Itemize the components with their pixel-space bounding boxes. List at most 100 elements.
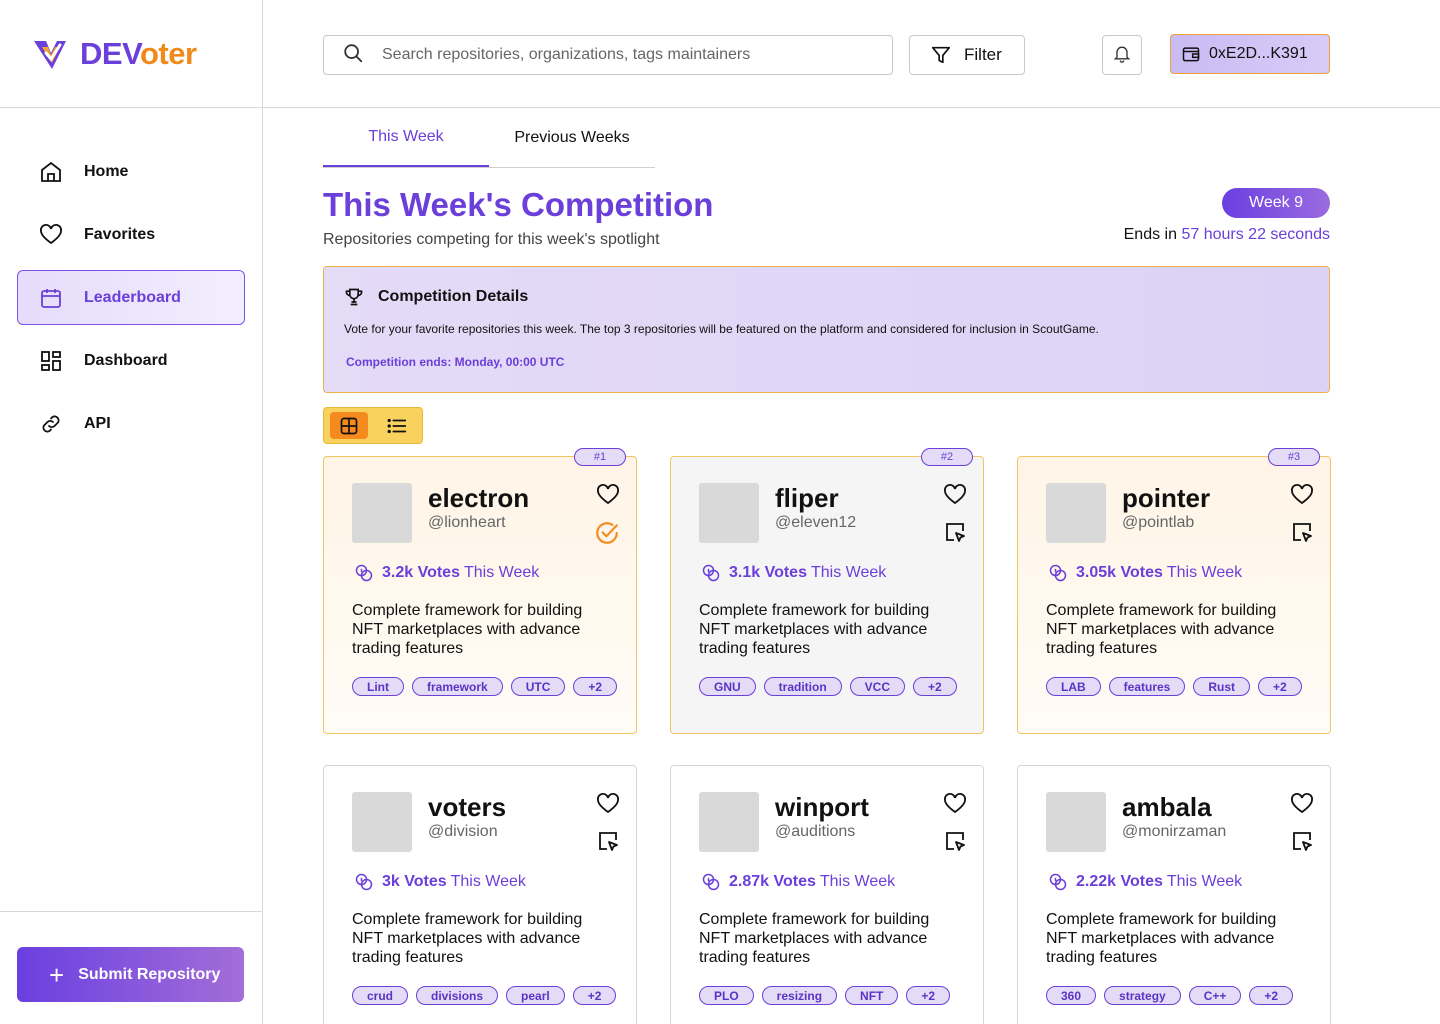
repository-avatar [1046,792,1106,852]
coins-icon [1048,872,1068,892]
list-view-button[interactable] [378,412,416,439]
details-title: Competition Details [378,288,529,305]
tag-chip[interactable]: pearl [506,986,565,1005]
vote-cursor-icon[interactable] [1290,520,1314,549]
repository-avatar [1046,483,1106,543]
voted-check-icon[interactable] [594,520,620,551]
heart-icon [38,222,64,248]
tag-chip[interactable]: C++ [1188,986,1242,1005]
trophy-icon [344,287,364,307]
repository-owner: @division [428,823,498,840]
tag-chip[interactable]: +2 [572,986,617,1005]
sidebar-item-label: Favorites [84,225,156,243]
sidebar-item-label: Leaderboard [84,288,181,306]
vote-cursor-icon[interactable] [596,829,620,858]
repository-card[interactable]: voters @division 3k Votes This Week Comp… [323,765,637,1024]
favorite-heart-icon[interactable] [1290,792,1314,821]
tag-chip[interactable]: features [1108,677,1186,696]
repository-name[interactable]: ambala [1122,792,1212,823]
tag-chip[interactable]: +2 [573,677,618,696]
tag-chip[interactable]: strategy [1104,986,1181,1005]
tag-chip[interactable]: +2 [906,986,951,1005]
repository-owner: @pointlab [1122,514,1195,531]
calendar-icon [38,285,64,311]
vote-count-suffix: This Week [819,873,896,890]
logo-icon [34,40,66,69]
page-title: This Week's Competition [323,186,714,223]
notifications-button[interactable] [1102,35,1142,75]
favorite-heart-icon[interactable] [943,483,967,512]
sidebar-item-favorites[interactable]: Favorites [17,207,245,262]
tag-chip[interactable]: 360 [1046,986,1097,1005]
repository-card[interactable]: #1 electron @lionheart 3.2k Votes This W… [323,448,637,734]
week-tabs: This Week Previous Weeks [323,108,655,168]
tag-chip[interactable]: +2 [1249,986,1294,1005]
vote-count-value: 2.22k Votes [1076,873,1163,890]
repository-card[interactable]: ambala @monirzaman 2.22k Votes This Week… [1017,765,1331,1024]
grid-view-button[interactable] [330,412,368,439]
repository-name[interactable]: electron [428,483,529,514]
link-icon [38,411,64,437]
repository-name[interactable]: winport [775,792,869,823]
coins-icon [1048,563,1068,583]
repository-card[interactable]: winport @auditions 2.87k Votes This Week… [670,765,984,1024]
tag-chip[interactable]: +2 [913,677,957,696]
top-bar: Filter 0xE2D...K391 [263,0,1440,108]
tag-chip[interactable]: PLO [699,986,754,1005]
competition-header: This Week's Competition Repositories com… [323,168,1330,266]
tag-chip[interactable]: NFT [845,986,899,1005]
tag-chip[interactable]: GNU [699,677,756,696]
tag-chip[interactable]: LAB [1046,677,1101,696]
favorite-heart-icon[interactable] [943,792,967,821]
sidebar-item-api[interactable]: API [17,396,245,451]
tag-chip[interactable]: VCC [849,677,906,696]
search-input[interactable] [382,46,862,64]
repository-name[interactable]: fliper [775,483,839,514]
sidebar-item-label: Dashboard [84,351,168,369]
favorite-heart-icon[interactable] [596,792,620,821]
filter-button[interactable]: Filter [909,35,1025,75]
tab-this-week[interactable]: This Week [323,108,489,167]
grid-icon [340,417,358,434]
tag-chip[interactable]: framework [412,677,503,696]
vote-count-suffix: This Week [450,873,526,890]
favorite-heart-icon[interactable] [596,483,620,512]
tag-chip[interactable]: Lint [352,677,404,696]
submit-repository-button[interactable]: + Submit Repository [17,947,244,1002]
vote-count: 2.22k Votes This Week [1048,872,1242,892]
repository-card[interactable]: #2 fliper @eleven12 3.1k Votes This Week… [670,448,984,734]
sidebar-item-leaderboard[interactable]: Leaderboard [17,270,245,325]
tag-chip[interactable]: resizing [761,986,838,1005]
sidebar-footer: + Submit Repository [0,911,262,1024]
repository-avatar [699,792,759,852]
repository-avatar [699,483,759,543]
vote-cursor-icon[interactable] [1290,829,1314,858]
search-bar[interactable] [323,35,893,75]
tag-chip[interactable]: tradition [763,677,842,696]
vote-cursor-icon[interactable] [943,829,967,858]
tag-chip[interactable]: +2 [1258,677,1302,696]
plus-icon: + [49,959,65,990]
wallet-button[interactable]: 0xE2D...K391 [1170,34,1330,74]
repository-card[interactable]: #3 pointer @pointlab 3.05k Votes This We… [1017,448,1331,734]
tag-list: PLO resizing NFT +2 [699,986,951,1005]
sidebar-nav: Home Favorites Leaderboard Dashboard API [0,108,262,451]
repository-avatar [352,792,412,852]
tag-chip[interactable]: crud [352,986,409,1005]
tag-list: LAB features Rust +2 [1046,677,1302,696]
sidebar-item-home[interactable]: Home [17,144,245,199]
tag-chip[interactable]: UTC [510,677,566,696]
coins-icon [354,563,374,583]
vote-count-value: 2.87k Votes [729,873,816,890]
vote-cursor-icon[interactable] [943,520,967,549]
repository-description: Complete framework for building NFT mark… [352,602,583,657]
repository-name[interactable]: voters [428,792,506,823]
tag-chip[interactable]: divisions [416,986,499,1005]
logo[interactable]: DEVoter [0,0,262,108]
favorite-heart-icon[interactable] [1290,483,1314,512]
repository-name[interactable]: pointer [1122,483,1210,514]
sidebar-item-dashboard[interactable]: Dashboard [17,333,245,388]
vote-count: 3.05k Votes This Week [1048,563,1242,583]
tab-previous-weeks[interactable]: Previous Weeks [489,108,655,167]
tag-chip[interactable]: Rust [1193,677,1251,696]
